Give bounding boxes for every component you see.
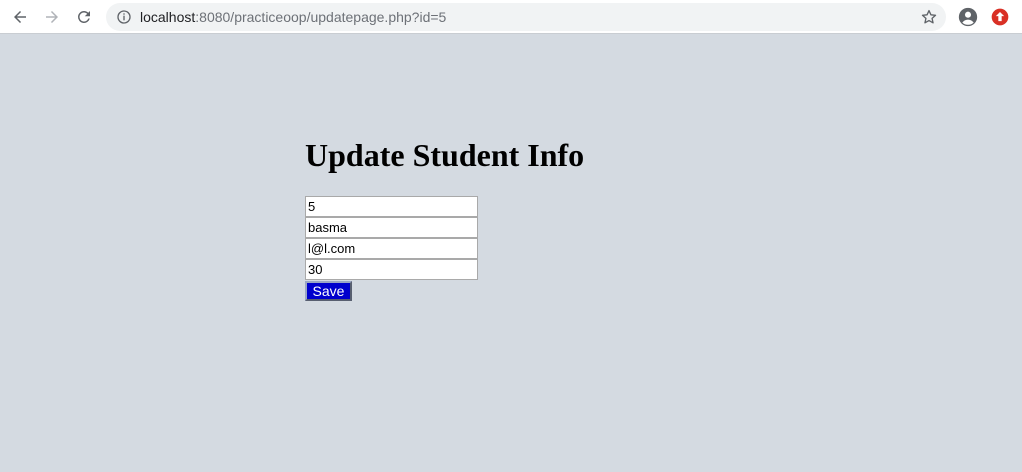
forward-arrow-icon bbox=[46, 11, 58, 23]
info-icon[interactable] bbox=[116, 9, 132, 25]
star-icon[interactable] bbox=[920, 8, 938, 26]
page-title: Update Student Info bbox=[305, 137, 585, 173]
account-icon[interactable] bbox=[957, 6, 979, 28]
address-bar[interactable]: localhost:8080/practiceoop/updatepage.ph… bbox=[106, 3, 946, 31]
save-button[interactable]: Save bbox=[305, 281, 352, 301]
name-field[interactable] bbox=[305, 217, 478, 238]
url-path: :8080/practiceoop/updatepage.php?id=5 bbox=[195, 9, 447, 25]
update-icon[interactable] bbox=[990, 7, 1010, 27]
url-text: localhost:8080/practiceoop/updatepage.ph… bbox=[140, 3, 446, 31]
forward-button[interactable] bbox=[40, 5, 64, 29]
id-field[interactable] bbox=[305, 196, 478, 217]
back-arrow-icon bbox=[14, 11, 26, 23]
email-field[interactable] bbox=[305, 238, 478, 259]
browser-toolbar: localhost:8080/practiceoop/updatepage.ph… bbox=[0, 0, 1022, 34]
back-button[interactable] bbox=[8, 5, 32, 29]
url-host: localhost bbox=[140, 9, 196, 25]
reload-icon bbox=[77, 10, 90, 23]
reload-button[interactable] bbox=[72, 5, 96, 29]
update-student-form: Save bbox=[305, 196, 479, 301]
age-field[interactable] bbox=[305, 259, 478, 280]
